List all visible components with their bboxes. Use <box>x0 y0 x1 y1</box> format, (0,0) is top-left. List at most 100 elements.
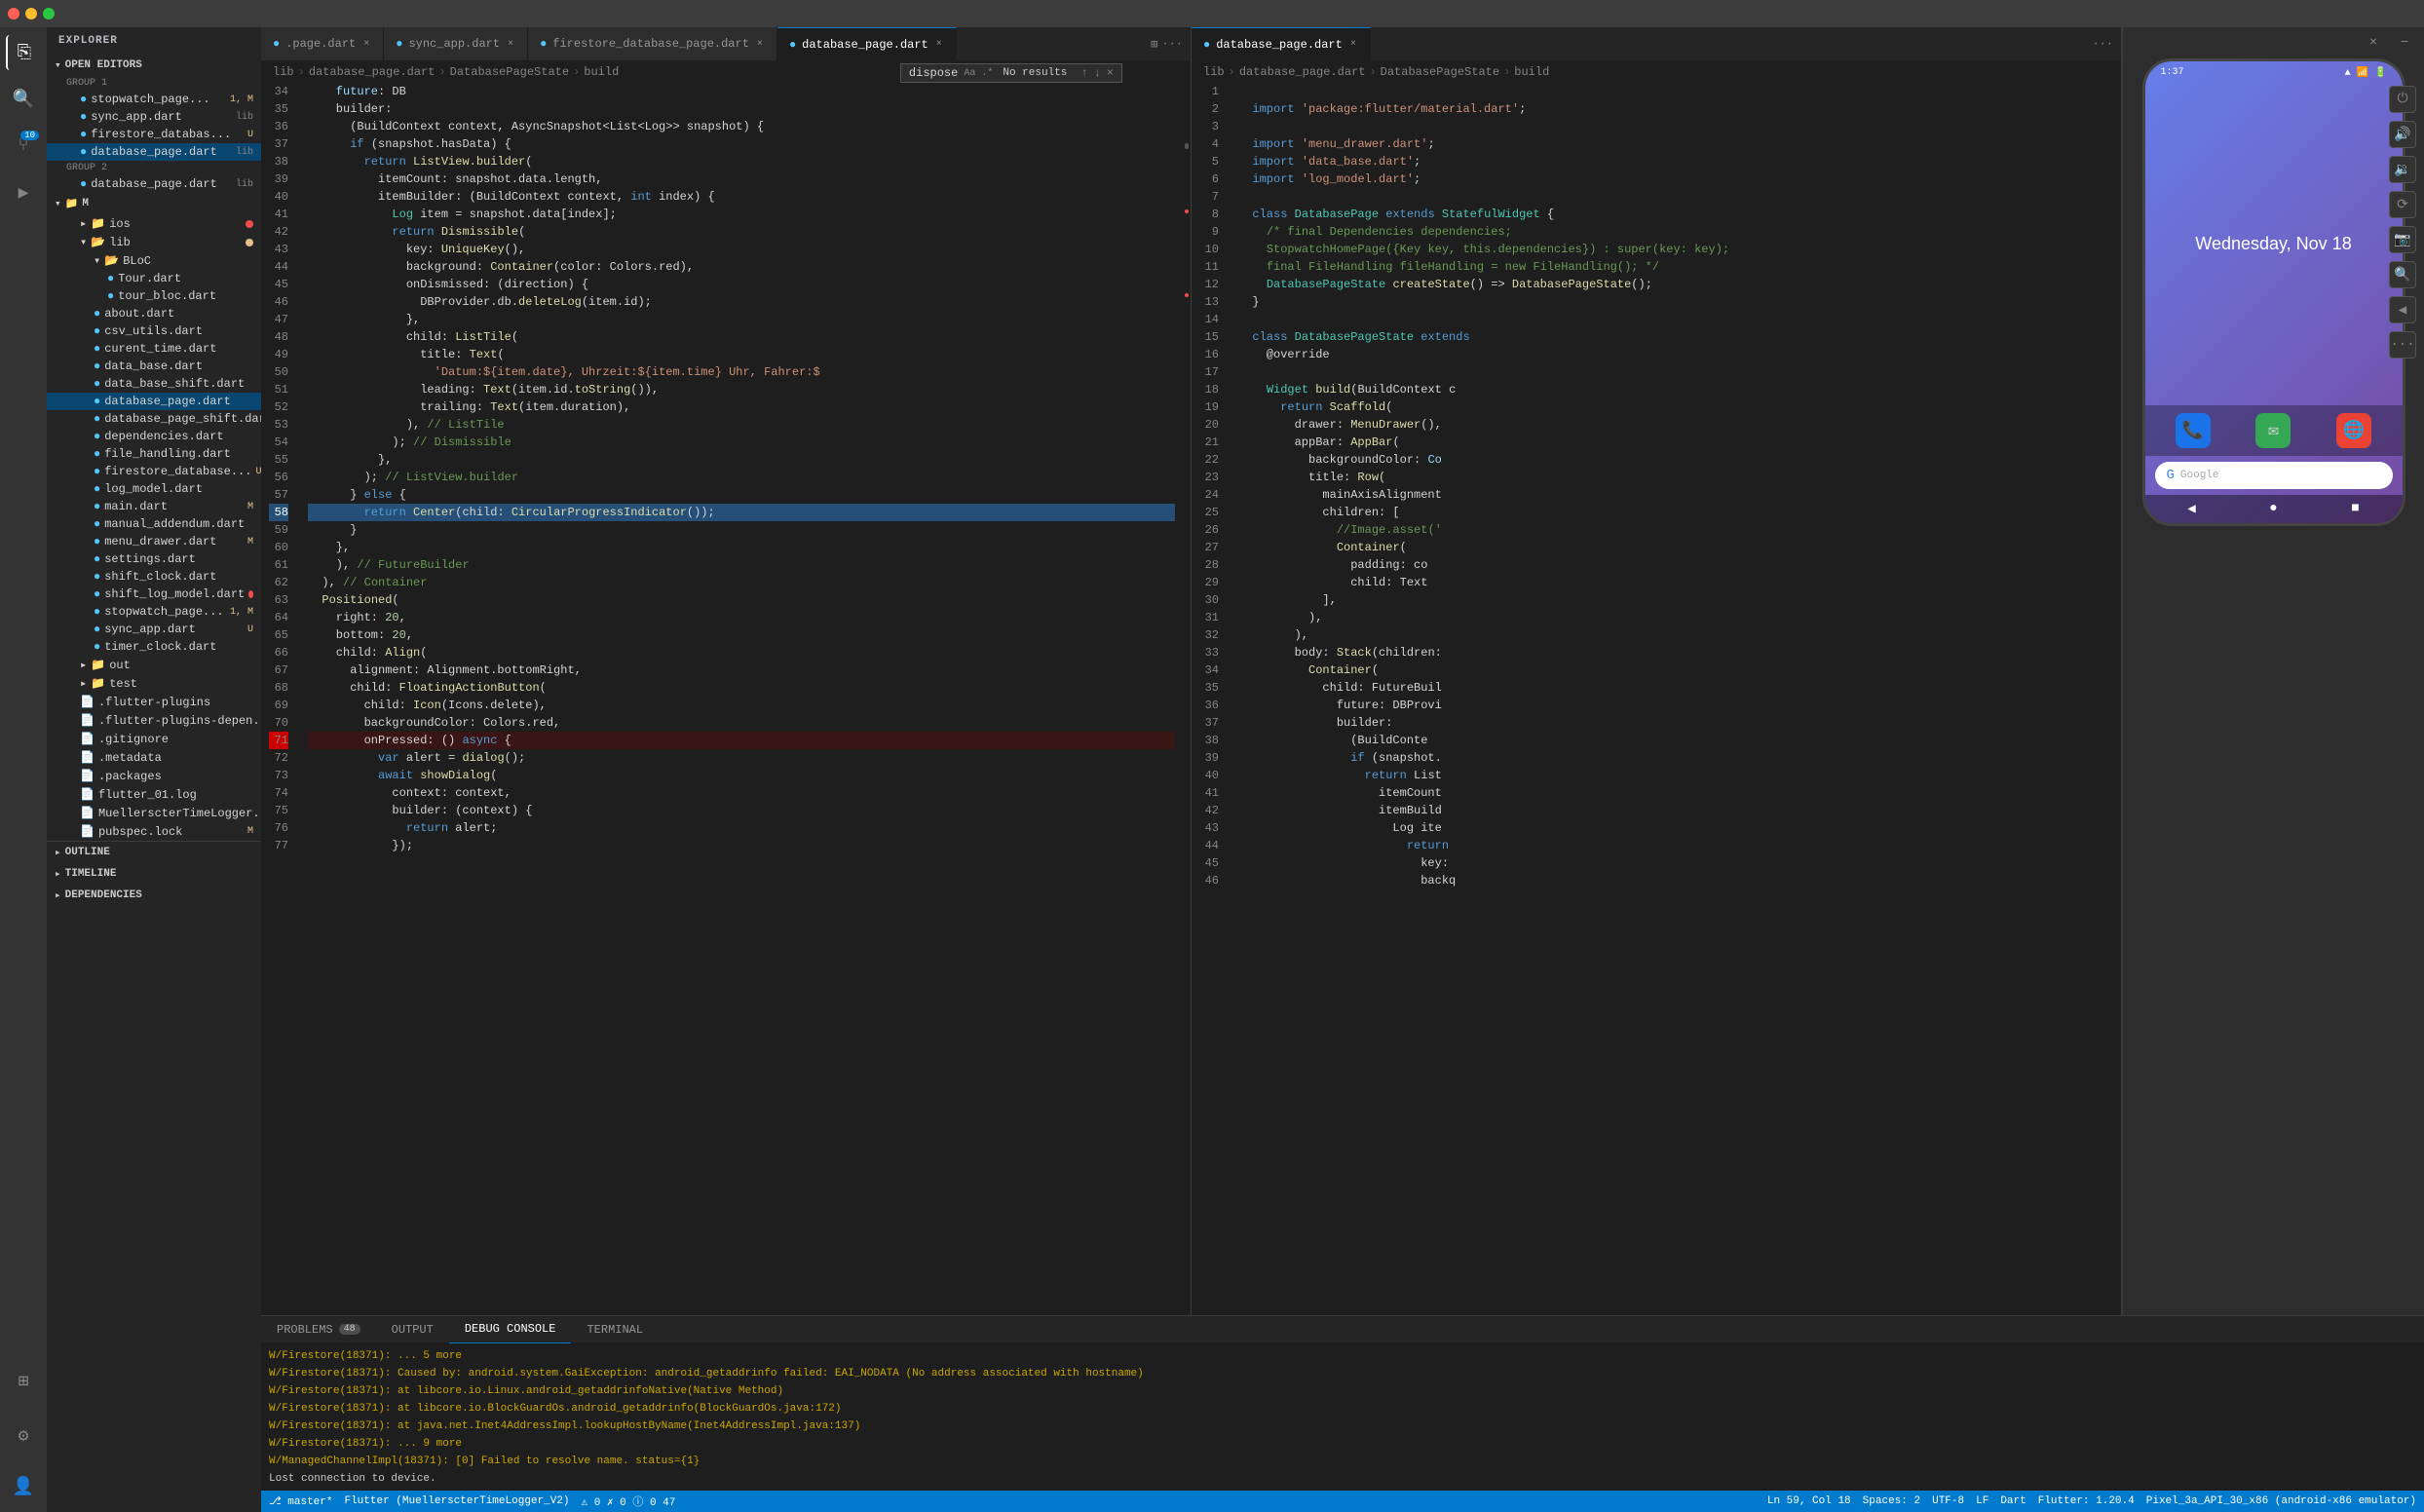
test-folder[interactable]: ▸ 📁 test <box>47 674 261 693</box>
phone-search-bar[interactable]: G Google <box>2155 462 2393 489</box>
tab-close-button[interactable]: × <box>934 37 944 52</box>
open-editor-database-page-g2[interactable]: ● database_page.dart lib <box>47 175 261 193</box>
left-code-lines[interactable]: future: DB builder: (BuildContext contex… <box>300 83 1183 1315</box>
account-activity-icon[interactable]: 👤 <box>6 1469 41 1504</box>
gitignore-file[interactable]: 📄 .gitignore <box>47 730 261 748</box>
phone-screenshot-icon[interactable]: 📷 <box>2389 226 2416 253</box>
tab-close-button[interactable]: × <box>755 37 765 52</box>
data-base-shift-file[interactable]: ● data_base_shift.dart <box>47 375 261 393</box>
phone-power-icon[interactable]: ⏻ <box>2389 86 2416 113</box>
close-button[interactable] <box>8 8 19 19</box>
m-folder-section[interactable]: ▾ 📁 M <box>47 193 261 214</box>
file-handling-file[interactable]: ● file_handling.dart <box>47 445 261 463</box>
encoding-status[interactable]: UTF-8 <box>1932 1495 1964 1507</box>
more-actions-icon[interactable]: ··· <box>1161 37 1183 52</box>
shift-clock-file[interactable]: ● shift_clock.dart <box>47 568 261 586</box>
run-activity-icon[interactable]: ▶ <box>6 175 41 210</box>
minimize-button[interactable] <box>25 8 37 19</box>
open-editor-firestore[interactable]: ● firestore_databas... U <box>47 126 261 143</box>
tab-close-button[interactable]: × <box>361 37 371 52</box>
close-search-icon[interactable]: × <box>1107 66 1114 80</box>
muellerscher-file[interactable]: 📄 MuellerscterTimeLogger... <box>47 804 261 822</box>
dependencies-section[interactable]: ▸ DEPENDENCIES <box>47 885 261 906</box>
panel-tab-terminal[interactable]: TERMINAL <box>571 1316 659 1343</box>
settings-file[interactable]: ● settings.dart <box>47 550 261 568</box>
out-folder[interactable]: ▸ 📁 out <box>47 656 261 674</box>
phone-messages-icon[interactable]: ✉ <box>2255 413 2291 448</box>
tab-sync-app[interactable]: ● sync_app.dart × <box>384 27 528 61</box>
panel-tab-problems[interactable]: PROBLEMS 48 <box>261 1316 376 1343</box>
search-bar[interactable]: dispose Aa .* No results ↑ ↓ × <box>900 63 1122 83</box>
panel-tab-debug-console[interactable]: DEBUG CONSOLE <box>449 1316 572 1343</box>
firestore-database-file[interactable]: ● firestore_database... U <box>47 463 261 480</box>
phone-close-button[interactable]: × <box>2362 31 2385 55</box>
about-dart-file[interactable]: ● about.dart <box>47 305 261 322</box>
tab-close-button[interactable]: × <box>506 37 515 52</box>
flutter-plugins-file[interactable]: 📄 .flutter-plugins <box>47 693 261 711</box>
curent-time-file[interactable]: ● curent_time.dart <box>47 340 261 358</box>
tab-firestore[interactable]: ● firestore_database_page.dart × <box>528 27 777 61</box>
flutter-plugins-dep-file[interactable]: 📄 .flutter-plugins-depen... <box>47 711 261 730</box>
menu-drawer-file[interactable]: ● menu_drawer.dart M <box>47 533 261 550</box>
phone-rotate-icon[interactable]: ⟳ <box>2389 191 2416 218</box>
log-model-file[interactable]: ● log_model.dart <box>47 480 261 498</box>
tab-database-page-right[interactable]: ● database_page.dart × <box>1192 27 1371 61</box>
device-status[interactable]: Pixel_3a_API_30_x86 (android-x86 emulato… <box>2146 1495 2416 1507</box>
pubspec-file[interactable]: 📄 pubspec.lock M <box>47 822 261 841</box>
maximize-button[interactable] <box>43 8 55 19</box>
open-editors-section[interactable]: ▾ OPEN EDITORS <box>47 55 261 76</box>
split-editor-icon[interactable]: ⊞ <box>1151 37 1157 52</box>
ios-folder[interactable]: ▸ 📁 ios <box>47 214 261 233</box>
prev-match-icon[interactable]: ↑ <box>1080 66 1087 80</box>
window-controls[interactable] <box>8 8 55 19</box>
files-activity-icon[interactable]: ⎘ <box>6 35 41 70</box>
csv-utils-file[interactable]: ● csv_utils.dart <box>47 322 261 340</box>
packages-file[interactable]: 📄 .packages <box>47 767 261 785</box>
flutter-log-file[interactable]: 📄 flutter_01.log <box>47 785 261 804</box>
language-status[interactable]: Dart <box>2000 1495 2026 1507</box>
errors-warnings-status[interactable]: ⚠ 0 ✗ 0 ⓘ 0 47 <box>582 1493 676 1509</box>
right-code-lines[interactable]: import 'package:flutter/material.dart'; … <box>1231 83 2121 1315</box>
phone-back-button[interactable]: ◀ <box>2187 501 2195 517</box>
stopwatch-page-file[interactable]: ● stopwatch_page... 1, M <box>47 603 261 621</box>
bloc-folder[interactable]: ▾ 📂 BLoC <box>47 251 261 270</box>
left-scrollbar[interactable] <box>1183 83 1191 1315</box>
search-activity-icon[interactable]: 🔍 <box>6 82 41 117</box>
dependencies-file[interactable]: ● dependencies.dart <box>47 428 261 445</box>
flutter-version-status[interactable]: Flutter: 1.20.4 <box>2038 1495 2135 1507</box>
main-dart-file[interactable]: ● main.dart M <box>47 498 261 515</box>
lib-folder[interactable]: ▾ 📂 lib <box>47 233 261 251</box>
metadata-file[interactable]: 📄 .metadata <box>47 748 261 767</box>
database-page-file[interactable]: ● database_page.dart <box>47 393 261 410</box>
phone-chrome-icon[interactable]: 🌐 <box>2336 413 2371 448</box>
open-editor-database-page[interactable]: ● database_page.dart lib <box>47 143 261 161</box>
phone-zoom-in-icon[interactable]: 🔍 <box>2389 261 2416 288</box>
tab-database-page-left[interactable]: ● database_page.dart × <box>777 27 957 61</box>
line-ending-status[interactable]: LF <box>1976 1495 1988 1507</box>
open-editor-stopwatch[interactable]: ● stopwatch_page... 1, M <box>47 91 261 108</box>
timeline-section[interactable]: ▸ TIMELINE <box>47 863 261 885</box>
regex-icon[interactable]: .* <box>981 68 993 79</box>
git-branch-status[interactable]: ⎇ master* <box>269 1494 332 1508</box>
sync-app-file[interactable]: ● sync_app.dart U <box>47 621 261 638</box>
more-actions-icon[interactable]: ··· <box>2092 37 2113 51</box>
phone-more-icon[interactable]: ··· <box>2389 331 2416 359</box>
data-base-file[interactable]: ● data_base.dart <box>47 358 261 375</box>
phone-home-button[interactable]: ● <box>2269 501 2277 517</box>
open-editor-sync[interactable]: ● sync_app.dart lib <box>47 108 261 126</box>
cursor-position-status[interactable]: Ln 59, Col 18 <box>1767 1495 1851 1507</box>
timer-clock-file[interactable]: ● timer_clock.dart <box>47 638 261 656</box>
tab-page-dart[interactable]: ● .page.dart × <box>261 27 384 61</box>
settings-activity-icon[interactable]: ⚙ <box>6 1418 41 1454</box>
phone-minimize-button[interactable]: − <box>2393 31 2416 55</box>
source-control-activity-icon[interactable]: ⑂ 10 <box>6 129 41 164</box>
panel-tab-output[interactable]: OUTPUT <box>376 1316 449 1343</box>
phone-nav-left-icon[interactable]: ◀ <box>2389 296 2416 323</box>
database-page-shift-file[interactable]: ● database_page_shift.dart <box>47 410 261 428</box>
extensions-activity-icon[interactable]: ⊞ <box>6 1364 41 1399</box>
tour-bloc-dart-file[interactable]: ● tour_bloc.dart <box>47 287 261 305</box>
phone-vol-up-icon[interactable]: 🔊 <box>2389 121 2416 148</box>
phone-vol-down-icon[interactable]: 🔉 <box>2389 156 2416 183</box>
manual-addendum-file[interactable]: ● manual_addendum.dart <box>47 515 261 533</box>
phone-call-icon[interactable]: 📞 <box>2176 413 2211 448</box>
